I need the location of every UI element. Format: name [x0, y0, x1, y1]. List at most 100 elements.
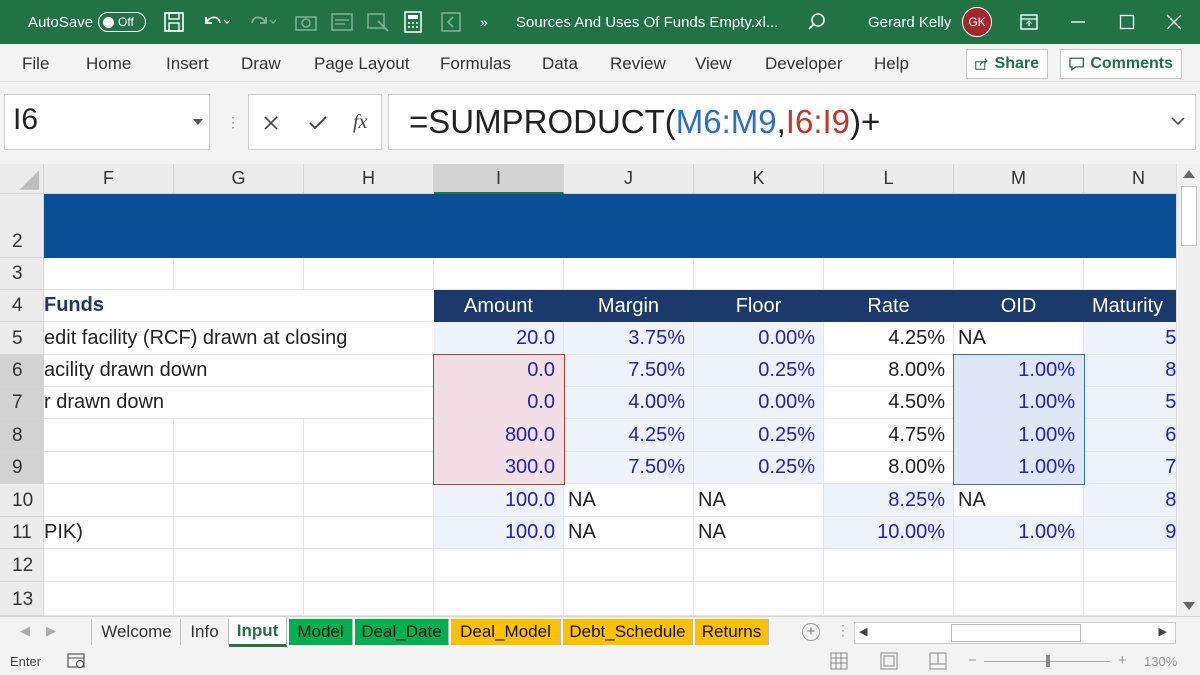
formula-input[interactable]: =SUMPRODUCT(M6:M9,I6:I9)+: [388, 94, 1196, 150]
row-header-2[interactable]: 2: [0, 194, 44, 258]
grid-cell[interactable]: [954, 258, 1084, 290]
vertical-scrollbar[interactable]: [1176, 164, 1200, 616]
grid-cell[interactable]: [954, 549, 1084, 582]
sheet-tab-input[interactable]: Input: [229, 617, 287, 647]
maturity-cell[interactable]: 7.0: [1084, 452, 1176, 484]
add-sheet-icon[interactable]: +: [802, 623, 820, 641]
margin-cell[interactable]: 4.00%: [564, 387, 694, 419]
normal-view-icon[interactable]: [830, 652, 848, 670]
comments-button[interactable]: Comments: [1060, 49, 1182, 79]
tab-home[interactable]: Home: [86, 54, 131, 74]
oid-cell[interactable]: NA: [954, 322, 1084, 355]
cancel-icon[interactable]: [264, 116, 278, 130]
back-icon[interactable]: [440, 0, 462, 44]
maturity-cell[interactable]: 8.0: [1084, 484, 1176, 517]
amount-header[interactable]: Amount: [434, 290, 564, 322]
col-header-n[interactable]: N: [1084, 164, 1176, 194]
floor-cell[interactable]: 0.25%: [694, 452, 824, 484]
margin-cell[interactable]: 3.75%: [564, 322, 694, 355]
row-label[interactable]: [44, 484, 174, 517]
sheet-tab-deal-model[interactable]: Deal_Model: [451, 619, 561, 645]
floor-cell[interactable]: 0.00%: [694, 387, 824, 419]
amount-cell[interactable]: 20.0: [434, 322, 564, 355]
ribbon-display-icon[interactable]: [1018, 0, 1040, 44]
grid-cell[interactable]: [694, 582, 824, 616]
maturity-cell[interactable]: 8.0: [1084, 355, 1176, 387]
maturity-cell[interactable]: 5.0: [1084, 322, 1176, 355]
col-header-i[interactable]: I: [434, 164, 564, 194]
row-label[interactable]: acility drawn down: [44, 355, 434, 387]
oid-cell[interactable]: 1.00%: [954, 355, 1084, 387]
margin-cell[interactable]: NA: [564, 484, 694, 517]
grid-cell[interactable]: [304, 452, 434, 484]
share-button[interactable]: Share: [966, 49, 1048, 79]
grid-cell[interactable]: [1084, 258, 1176, 290]
oid-cell[interactable]: 1.00%: [954, 419, 1084, 452]
zoom-slider-thumb[interactable]: [1046, 655, 1050, 667]
oid-header[interactable]: OID: [954, 290, 1084, 322]
tab-insert[interactable]: Insert: [166, 54, 209, 74]
oid-cell[interactable]: 1.00%: [954, 452, 1084, 484]
avatar[interactable]: GK: [962, 7, 992, 37]
grid-cell[interactable]: [824, 582, 954, 616]
grid-cell[interactable]: [694, 258, 824, 290]
scroll-right-icon[interactable]: ▶: [1159, 625, 1167, 638]
sheet-tab-info[interactable]: Info: [181, 619, 229, 645]
row-label[interactable]: r drawn down: [44, 387, 434, 419]
tab-formulas[interactable]: Formulas: [440, 54, 511, 74]
sheet-tab-debt-schedule[interactable]: Debt_Schedule: [563, 619, 693, 645]
oid-cell[interactable]: 1.00%: [954, 517, 1084, 549]
rate-header[interactable]: Rate: [824, 290, 954, 322]
grid-cell[interactable]: [174, 419, 304, 452]
row-label[interactable]: edit facility (RCF) drawn at closing: [44, 322, 434, 355]
spreadsheet-grid[interactable]: F G H I J K L M N 2 3 4 5 6 7 8 9 10 11 …: [0, 164, 1176, 616]
grid-cell[interactable]: [824, 549, 954, 582]
select-all-corner[interactable]: [0, 164, 44, 194]
rate-cell[interactable]: 4.25%: [824, 322, 954, 355]
grid-cell[interactable]: [304, 582, 434, 616]
h-scroll-thumb[interactable]: [951, 624, 1081, 642]
grid-cell[interactable]: [174, 452, 304, 484]
row-header-5[interactable]: 5: [0, 322, 44, 355]
floor-cell[interactable]: NA: [694, 484, 824, 517]
more-icon[interactable]: ⋮: [226, 114, 240, 131]
tab-draw[interactable]: Draw: [241, 54, 281, 74]
row-header-10[interactable]: 10: [0, 484, 44, 517]
rate-cell[interactable]: 4.75%: [824, 419, 954, 452]
scroll-left-icon[interactable]: ◀: [859, 625, 867, 638]
sheet-tab-welcome[interactable]: Welcome: [93, 619, 181, 645]
floor-cell[interactable]: 0.00%: [694, 322, 824, 355]
grid-cell[interactable]: [564, 549, 694, 582]
overflow-icon[interactable]: »: [480, 0, 488, 44]
scroll-thumb[interactable]: [1181, 186, 1197, 246]
col-header-g[interactable]: G: [174, 164, 304, 194]
row-header-7[interactable]: 7: [0, 387, 44, 419]
oid-cell[interactable]: 1.00%: [954, 387, 1084, 419]
col-header-k[interactable]: K: [694, 164, 824, 194]
prev-sheet-icon[interactable]: ◀: [20, 623, 30, 639]
col-header-j[interactable]: J: [564, 164, 694, 194]
col-header-l[interactable]: L: [824, 164, 954, 194]
tab-help[interactable]: Help: [874, 54, 909, 74]
margin-header[interactable]: Margin: [564, 290, 694, 322]
row-header-4[interactable]: 4: [0, 290, 44, 322]
macro-recording-icon[interactable]: [67, 653, 87, 669]
margin-cell[interactable]: NA: [564, 517, 694, 549]
floor-cell[interactable]: 0.25%: [694, 355, 824, 387]
scroll-down-icon[interactable]: [1183, 602, 1195, 610]
close-icon[interactable]: [1166, 0, 1182, 44]
tab-page-layout[interactable]: Page Layout: [314, 54, 409, 74]
zoom-slider[interactable]: [984, 655, 1110, 667]
name-box[interactable]: I6: [4, 94, 210, 150]
amount-cell[interactable]: 800.0: [434, 419, 564, 452]
oid-cell[interactable]: NA: [954, 484, 1084, 517]
grid-cell[interactable]: [44, 258, 174, 290]
zoom-level[interactable]: 130%: [1144, 654, 1177, 669]
floor-cell[interactable]: 0.25%: [694, 419, 824, 452]
amount-cell[interactable]: 0.0: [434, 387, 564, 419]
maturity-cell[interactable]: 5.0: [1084, 387, 1176, 419]
row-header-8[interactable]: 8: [0, 419, 44, 452]
expand-formula-icon[interactable]: [1171, 117, 1185, 126]
row-label[interactable]: PIK): [44, 517, 174, 549]
minimize-icon[interactable]: [1070, 0, 1086, 44]
